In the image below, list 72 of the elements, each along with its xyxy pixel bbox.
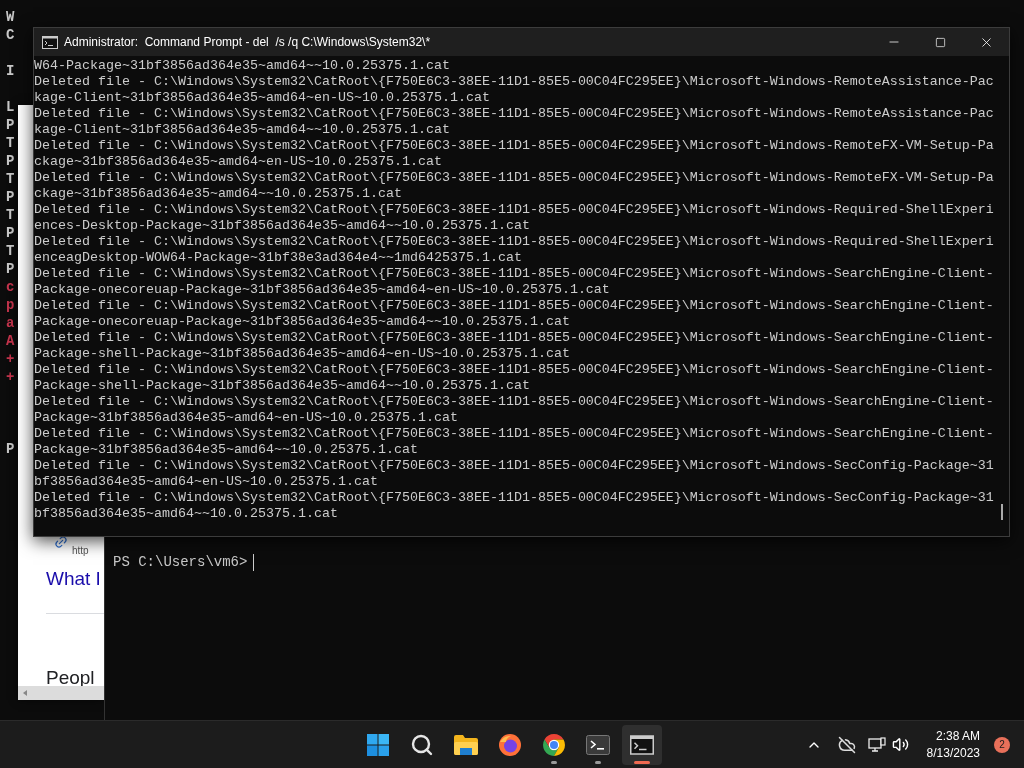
console-line: bf3856ad364e35~amd64~en-US~10.0.25375.1.cat bbox=[34, 474, 378, 490]
folder-icon bbox=[453, 733, 479, 756]
console-line: W64-Package~31bf3856ad364e35~amd64~~10.0.25375.1.cat bbox=[34, 58, 450, 74]
console-text: + bbox=[6, 350, 15, 368]
console-line: Deleted file - C:\Windows\System32\CatRoot\{F750E6C3-38EE-11D1-85E5-00C04FC295EE}\Microsoft-Windows-RemoteFX-VM-Setup-Pa bbox=[34, 170, 994, 186]
console-text: P bbox=[6, 224, 15, 242]
text-cursor bbox=[253, 554, 255, 571]
console-line: Package-onecoreuap-Package~31bf3856ad364e35~amd64~~10.0.25375.1.cat bbox=[34, 314, 570, 330]
fox-globe-icon bbox=[498, 732, 522, 757]
console-line: Deleted file - C:\Windows\System32\CatRoot\{F750E6C3-38EE-11D1-85E5-00C04FC295EE}\Microsoft-Windows-Required-ShellExperi bbox=[34, 234, 994, 250]
section-heading: Peopl bbox=[46, 667, 95, 689]
cloud-off-icon[interactable] bbox=[837, 735, 856, 754]
console-text: p bbox=[6, 296, 15, 314]
console-line: kage-Client~31bf3856ad364e35~amd64~en-US~10.0.25375.1.cat bbox=[34, 90, 490, 106]
console-line: Deleted file - C:\Windows\System32\CatRoot\{F750E6C3-38EE-11D1-85E5-00C04FC295EE}\Microsoft-Windows-SearchEngine-Client- bbox=[34, 330, 994, 346]
volume-icon[interactable] bbox=[891, 736, 909, 753]
console-line: Deleted file - C:\Windows\System32\CatRoot\{F750E6C3-38EE-11D1-85E5-00C04FC295EE}\Microsoft-Windows-RemoteAssistance-Pac bbox=[34, 74, 994, 90]
console-icon bbox=[42, 35, 58, 49]
console-text: T bbox=[6, 170, 15, 188]
console-line: Deleted file - C:\Windows\System32\CatRoot\{F750E6C3-38EE-11D1-85E5-00C04FC295EE}\Microsoft-Windows-SecConfig-Package~31 bbox=[34, 458, 994, 474]
console-line: Package~31bf3856ad364e35~amd64~~10.0.25375.1.cat bbox=[34, 442, 418, 458]
search-icon bbox=[410, 732, 434, 757]
console-line: Deleted file - C:\Windows\System32\CatRoot\{F750E6C3-38EE-11D1-85E5-00C04FC295EE}\Microsoft-Windows-RemoteFX-VM-Setup-Pa bbox=[34, 138, 994, 154]
console-line: enceagDesktop-WOW64-Package~31bf38e3ad364e4~~1md6425375.1.cat bbox=[34, 250, 522, 266]
console-line: Deleted file - C:\Windows\System32\CatRoot\{F750E6C3-38EE-11D1-85E5-00C04FC295EE}\Microsoft-Windows-SearchEngine-Client- bbox=[34, 362, 994, 378]
console-line: Deleted file - C:\Windows\System32\CatRoot\{F750E6C3-38EE-11D1-85E5-00C04FC295EE}\Microsoft-Windows-SearchEngine-Client- bbox=[34, 266, 994, 282]
console-text: P bbox=[6, 188, 15, 206]
console-line: kage-Client~31bf3856ad364e35~amd64~~10.0.25375.1.cat bbox=[34, 122, 450, 138]
scrollbar-thumb[interactable] bbox=[1001, 504, 1003, 520]
console-line: ckage~31bf3856ad364e35~amd64~~10.0.25375.1.cat bbox=[34, 186, 402, 202]
console-line: Deleted file - C:\Windows\System32\CatRoot\{F750E6C3-38EE-11D1-85E5-00C04FC295EE}\Microsoft-Windows-SearchEngine-Client- bbox=[34, 426, 994, 442]
shell-prompt: PS C:\Users\vm6> bbox=[113, 554, 248, 570]
console-text: L bbox=[6, 98, 15, 116]
console-line: Package~31bf3856ad364e35~amd64~en-US~10.0.25375.1.cat bbox=[34, 410, 458, 426]
console-text: I bbox=[6, 62, 15, 80]
url-text: http bbox=[72, 544, 89, 558]
console-line: Package-shell-Package~31bf3856ad364e35~amd64~~10.0.25375.1.cat bbox=[34, 378, 530, 394]
console-text: P bbox=[6, 440, 15, 458]
console-text: P bbox=[6, 260, 15, 278]
terminal-icon bbox=[586, 734, 610, 755]
console-text: T bbox=[6, 242, 15, 260]
console-line: Deleted file - C:\Windows\System32\CatRoot\{F750E6C3-38EE-11D1-85E5-00C04FC295EE}\Microsoft-Windows-RemoteAssistance-Pac bbox=[34, 106, 994, 122]
maximize-icon bbox=[934, 36, 946, 48]
browser-ball-icon bbox=[542, 732, 566, 757]
window-title: Administrator: Command Prompt - del /s /q C:\Windows\System32\* bbox=[64, 34, 431, 51]
clock-button[interactable]: 2:38 AM 8/13/2023 bbox=[926, 727, 980, 762]
console-line: Deleted file - C:\Windows\System32\CatRoot\{F750E6C3-38EE-11D1-85E5-00C04FC295EE}\Microsoft-Windows-Required-ShellExperi bbox=[34, 202, 994, 218]
taskbar-app-button[interactable] bbox=[622, 724, 662, 765]
console-line: Deleted file - C:\Windows\System32\CatRoot\{F750E6C3-38EE-11D1-85E5-00C04FC295EE}\Microsoft-Windows-SecConfig-Package~31 bbox=[34, 490, 994, 506]
console-text: + bbox=[6, 368, 15, 386]
notification-badge[interactable]: 2 bbox=[994, 736, 1010, 753]
console-line: Deleted file - C:\Windows\System32\CatRoot\{F750E6C3-38EE-11D1-85E5-00C04FC295EE}\Microsoft-Windows-SearchEngine-Client- bbox=[34, 298, 994, 314]
console-line: Package-onecoreuap-Package~31bf3856ad364e35~amd64~en-US~10.0.25375.1.cat bbox=[34, 282, 610, 298]
result-link[interactable]: What I bbox=[46, 565, 101, 594]
console-text: A bbox=[6, 332, 15, 350]
console-text: P bbox=[6, 116, 15, 134]
console-icon bbox=[630, 734, 654, 755]
console-text: T bbox=[6, 206, 15, 224]
console-text: c bbox=[6, 278, 15, 296]
console-text: P bbox=[6, 152, 15, 170]
console-line: ckage~31bf3856ad364e35~amd64~en-US~10.0.25375.1.cat bbox=[34, 154, 442, 170]
console-text: T bbox=[6, 134, 15, 152]
console-text: a bbox=[6, 314, 15, 332]
console-line: ences-Desktop-Package~31bf3856ad364e35~amd64~~10.0.25375.1.cat bbox=[34, 218, 530, 234]
console-line: Package-shell-Package~31bf3856ad364e35~amd64~en-US~10.0.25375.1.cat bbox=[34, 346, 570, 362]
console-line: bf3856ad364e35~amd64~~10.0.25375.1.cat bbox=[34, 506, 338, 522]
windows-logo-icon bbox=[366, 732, 390, 757]
console-line: Deleted file - C:\Windows\System32\CatRoot\{F750E6C3-38EE-11D1-85E5-00C04FC295EE}\Microsoft-Windows-SearchEngine-Client- bbox=[34, 394, 994, 410]
network-monitor-icon[interactable] bbox=[867, 736, 886, 753]
console-text: W bbox=[6, 8, 15, 26]
console-text: C bbox=[6, 26, 15, 44]
horizontal-scrollbar[interactable] bbox=[18, 686, 104, 700]
